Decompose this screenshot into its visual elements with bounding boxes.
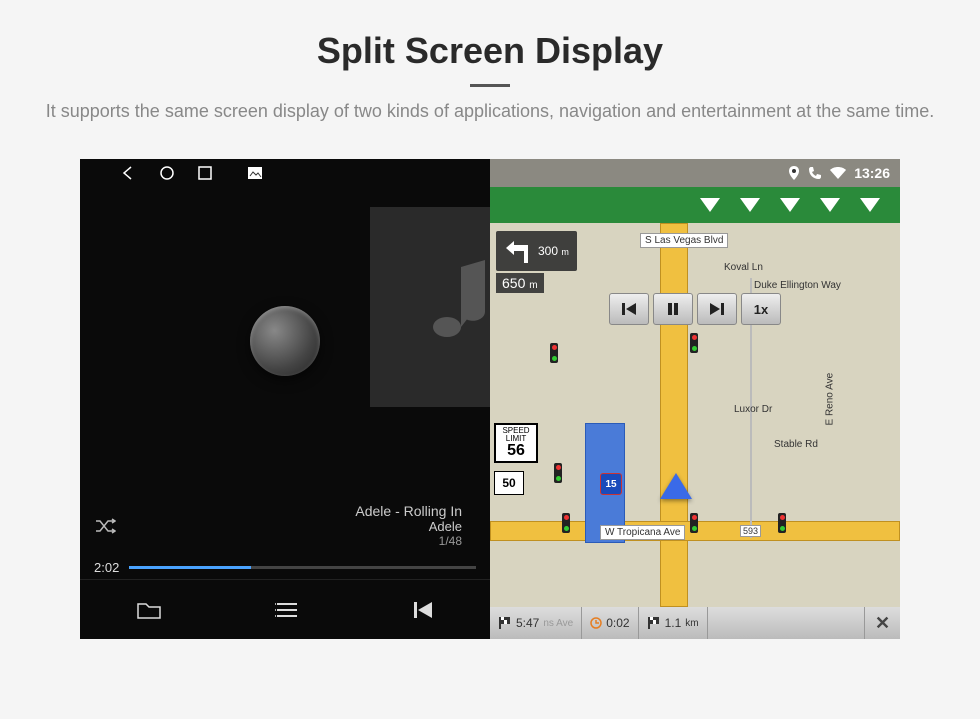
track-title: Adele - Rolling In (355, 503, 462, 519)
device-screen: Adele - Rolling In Adele 1/48 2:02 (80, 159, 900, 639)
nav-close-button[interactable]: ✕ (864, 607, 900, 639)
eta-remaining[interactable]: 0:02 (582, 607, 638, 639)
street-label: Luxor Dr (730, 403, 776, 416)
street-label: Stable Rd (770, 438, 822, 451)
progress-bar[interactable] (129, 566, 476, 569)
vehicle-cursor-icon (660, 473, 692, 499)
flag-icon (498, 616, 512, 630)
location-icon (788, 166, 800, 180)
street-label: W Tropicana Ave (600, 525, 685, 540)
track-artist: Adele (355, 519, 462, 534)
eta-arrival[interactable]: 5:47 ns Ave (490, 607, 582, 639)
interstate-shield: 15 (600, 473, 622, 495)
page-subtitle: It supports the same screen display of t… (40, 99, 940, 124)
traffic-light-icon (550, 343, 558, 363)
lane-guidance (490, 187, 900, 223)
eta-distance-unit: km (685, 618, 698, 629)
turn-primary-unit: m (529, 280, 537, 291)
clock-time: 13:26 (854, 165, 890, 181)
page-title: Split Screen Display (40, 30, 940, 72)
navigation-panel: 13:26 S Las Vegas Blvd Koval Ln Duke Ell… (490, 159, 900, 639)
joystick-control[interactable] (250, 306, 320, 376)
route-shield: 50 (494, 471, 524, 495)
playlist-button[interactable] (275, 601, 299, 619)
phone-icon (808, 166, 822, 180)
street-label: Duke Ellington Way (750, 279, 845, 292)
eta-remaining-value: 0:02 (606, 616, 629, 630)
back-icon[interactable] (120, 165, 136, 181)
traffic-light-icon (778, 513, 786, 533)
turn-instruction: 300 m (496, 231, 577, 271)
home-icon[interactable] (160, 166, 174, 180)
eta-street: ns Ave (543, 618, 573, 629)
elapsed-time: 2:02 (94, 560, 119, 575)
sim-speed-button[interactable]: 1x (741, 293, 781, 325)
flag-icon (647, 616, 661, 630)
eta-time-value: 5:47 (516, 616, 539, 630)
street-label: S Las Vegas Blvd (640, 233, 728, 248)
eta-distance[interactable]: 1.1 km (639, 607, 708, 639)
track-count: 1/48 (355, 534, 462, 548)
lane-arrow-icon (740, 198, 760, 212)
traffic-light-icon (562, 513, 570, 533)
sim-next-button[interactable] (697, 293, 737, 325)
lane-arrow-icon (780, 198, 800, 212)
traffic-light-icon (690, 333, 698, 353)
street-label: Koval Ln (720, 261, 767, 274)
android-navbar (80, 159, 490, 187)
turn-secondary-dist: 300 (538, 244, 558, 258)
clock-icon (590, 617, 602, 629)
eta-distance-value: 1.1 (665, 616, 682, 630)
playback-controls: 1x (609, 293, 781, 325)
turn-secondary-unit: m (561, 247, 569, 257)
music-panel: Adele - Rolling In Adele 1/48 2:02 (80, 159, 490, 639)
turn-primary-dist: 650 (502, 275, 525, 291)
turn-left-icon (504, 237, 532, 265)
nav-bottom-bar: 5:47 ns Ave 0:02 1.1 km ✕ (490, 607, 900, 639)
map-canvas[interactable]: S Las Vegas Blvd Koval Ln Duke Ellington… (490, 223, 900, 607)
road (660, 223, 688, 607)
traffic-light-icon (690, 513, 698, 533)
wifi-icon (830, 167, 846, 179)
street-label: E Reno Ave (824, 369, 837, 430)
sim-prev-button[interactable] (609, 293, 649, 325)
close-icon: ✕ (875, 613, 890, 634)
recents-icon[interactable] (198, 166, 212, 180)
music-note-icon (405, 252, 495, 362)
folder-button[interactable] (136, 600, 162, 620)
gallery-icon[interactable] (248, 167, 262, 179)
street-number: 593 (740, 525, 761, 537)
shuffle-icon[interactable] (94, 518, 116, 534)
speed-value: 56 (498, 443, 534, 459)
previous-track-button[interactable] (412, 600, 434, 620)
sim-pause-button[interactable] (653, 293, 693, 325)
status-bar: 13:26 (490, 159, 900, 187)
lane-arrow-icon (700, 198, 720, 212)
traffic-light-icon (554, 463, 562, 483)
title-divider (470, 84, 510, 87)
lane-arrow-icon (860, 198, 880, 212)
speed-limit-sign: SPEED LIMIT 56 (494, 423, 538, 463)
lane-arrow-icon (820, 198, 840, 212)
